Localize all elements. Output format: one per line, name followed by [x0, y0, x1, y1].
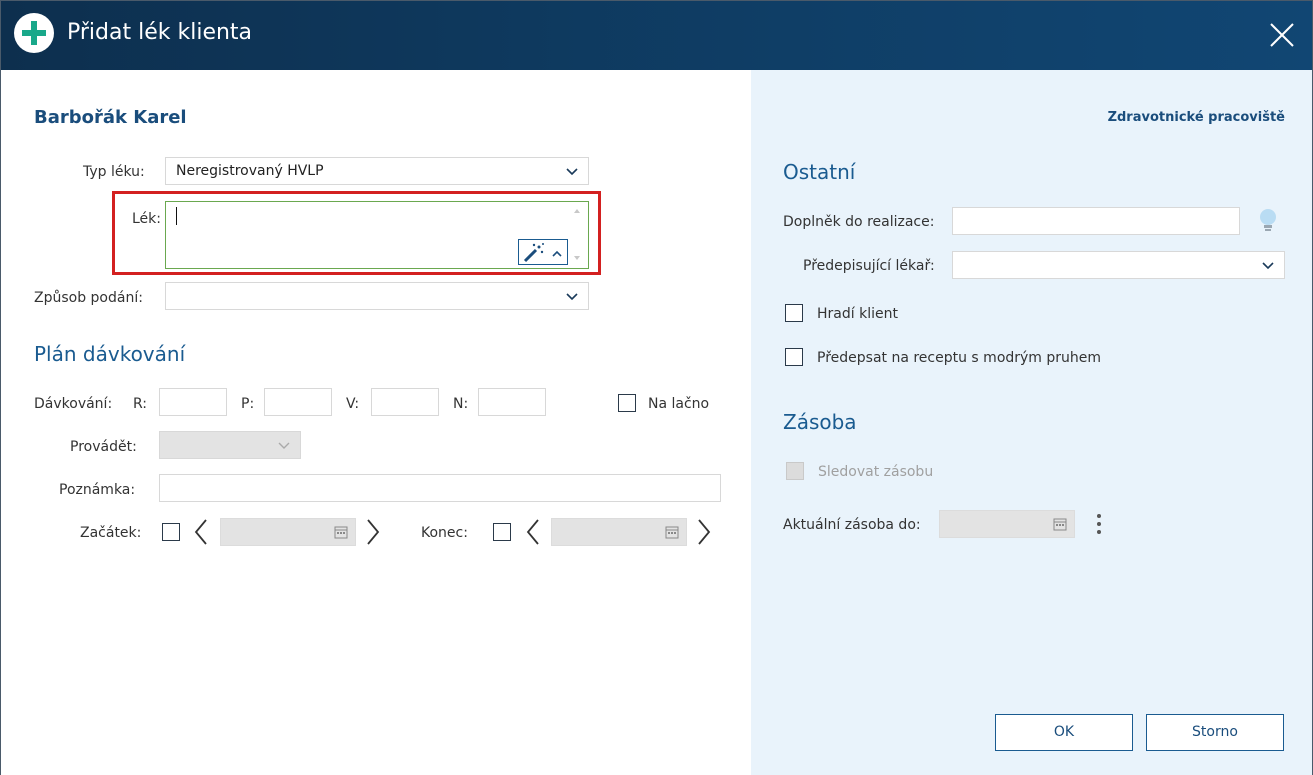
- lightbulb-icon[interactable]: [1258, 207, 1278, 235]
- na-lacno-checkbox[interactable]: [618, 394, 636, 412]
- hradi-klient-label: Hradí klient: [817, 306, 898, 322]
- sledovat-zasobu-label: Sledovat zásobu: [818, 464, 934, 480]
- calendar-icon: [665, 526, 679, 539]
- dose-p-input[interactable]: [264, 388, 332, 416]
- chevron-down-icon: [566, 168, 578, 176]
- poznamka-input[interactable]: [159, 474, 721, 502]
- dialog-title: Přidat lék klienta: [67, 20, 253, 45]
- plus-circle-icon: [14, 13, 54, 53]
- chevron-down-icon: [278, 442, 290, 449]
- text-caret: [176, 207, 177, 225]
- davkovani-label: Dávkování:: [34, 396, 113, 412]
- poznamka-label: Poznámka:: [59, 482, 136, 498]
- lek-scrollbar[interactable]: [568, 204, 586, 266]
- dose-v-input[interactable]: [371, 388, 439, 416]
- more-vertical-icon[interactable]: [1095, 512, 1103, 536]
- chevron-right-icon[interactable]: [696, 518, 712, 546]
- calendar-icon: [334, 526, 348, 539]
- storno-button[interactable]: Storno: [1146, 714, 1284, 751]
- predepsat-label: Předepsat na receptu s modrým pruhem: [817, 350, 1102, 366]
- predepisujici-label: Předepisující lékař:: [803, 258, 935, 274]
- lek-tools-button[interactable]: [518, 239, 568, 265]
- calendar-icon: [1053, 518, 1067, 531]
- add-medication-dialog: Přidat lék klienta Barbořák Karel Typ lé…: [0, 0, 1313, 775]
- chevron-up-icon: [552, 250, 562, 257]
- aktualni-zasoba-date-input[interactable]: [939, 510, 1075, 538]
- doplnek-label: Doplněk do realizace:: [783, 214, 935, 230]
- plan-davkovani-title: Plán dávkování: [34, 342, 186, 366]
- r-label: R:: [133, 396, 148, 412]
- predepisujici-select[interactable]: [952, 251, 1285, 279]
- zacatek-checkbox[interactable]: [162, 523, 180, 541]
- typ-leku-value: Neregistrovaný HVLP: [176, 163, 324, 179]
- lek-label: Lék:: [132, 211, 161, 227]
- chevron-left-icon[interactable]: [193, 518, 209, 546]
- dose-n-input[interactable]: [478, 388, 546, 416]
- right-pane: Zdravotnické pracoviště Ostatní Doplněk …: [751, 70, 1312, 775]
- na-lacno-label: Na lačno: [648, 396, 710, 412]
- zdravotnicke-pracoviste-link[interactable]: Zdravotnické pracoviště: [1108, 110, 1285, 125]
- zacatek-label: Začátek:: [80, 525, 142, 541]
- n-label: N:: [453, 396, 469, 412]
- zacatek-date-input[interactable]: [220, 518, 356, 546]
- magic-wand-icon: [523, 243, 544, 263]
- sledovat-zasobu-checkbox[interactable]: [786, 462, 804, 480]
- dose-r-input[interactable]: [159, 388, 227, 416]
- p-label: P:: [241, 396, 255, 412]
- chevron-right-icon[interactable]: [365, 518, 381, 546]
- konec-checkbox[interactable]: [493, 523, 511, 541]
- konec-date-input[interactable]: [551, 518, 687, 546]
- aktualni-zasoba-label: Aktuální zásoba do:: [783, 517, 921, 533]
- close-icon[interactable]: [1266, 19, 1298, 51]
- typ-leku-label: Typ léku:: [83, 164, 145, 180]
- chevron-down-icon: [1262, 262, 1274, 270]
- typ-leku-select[interactable]: Neregistrovaný HVLP: [165, 157, 589, 185]
- doplnek-input[interactable]: [952, 207, 1240, 235]
- patient-name: Barbořák Karel: [34, 107, 187, 128]
- left-pane: Barbořák Karel Typ léku: Neregistrovaný …: [1, 70, 751, 775]
- ok-button[interactable]: OK: [995, 714, 1133, 751]
- predepsat-checkbox[interactable]: [785, 348, 803, 366]
- lek-textarea[interactable]: [165, 201, 589, 269]
- ostatni-title: Ostatní: [783, 160, 856, 184]
- zpusob-podani-select[interactable]: [165, 282, 589, 310]
- chevron-left-icon[interactable]: [525, 518, 541, 546]
- provadet-select[interactable]: [159, 431, 301, 459]
- title-bar: Přidat lék klienta: [1, 1, 1312, 70]
- hradi-klient-checkbox[interactable]: [785, 304, 803, 322]
- provadet-label: Provádět:: [70, 439, 137, 455]
- zpusob-podani-label: Způsob podání:: [34, 290, 143, 306]
- zasoba-title: Zásoba: [783, 410, 857, 434]
- konec-label: Konec:: [421, 525, 468, 541]
- v-label: V:: [346, 396, 360, 412]
- chevron-down-icon: [566, 293, 578, 301]
